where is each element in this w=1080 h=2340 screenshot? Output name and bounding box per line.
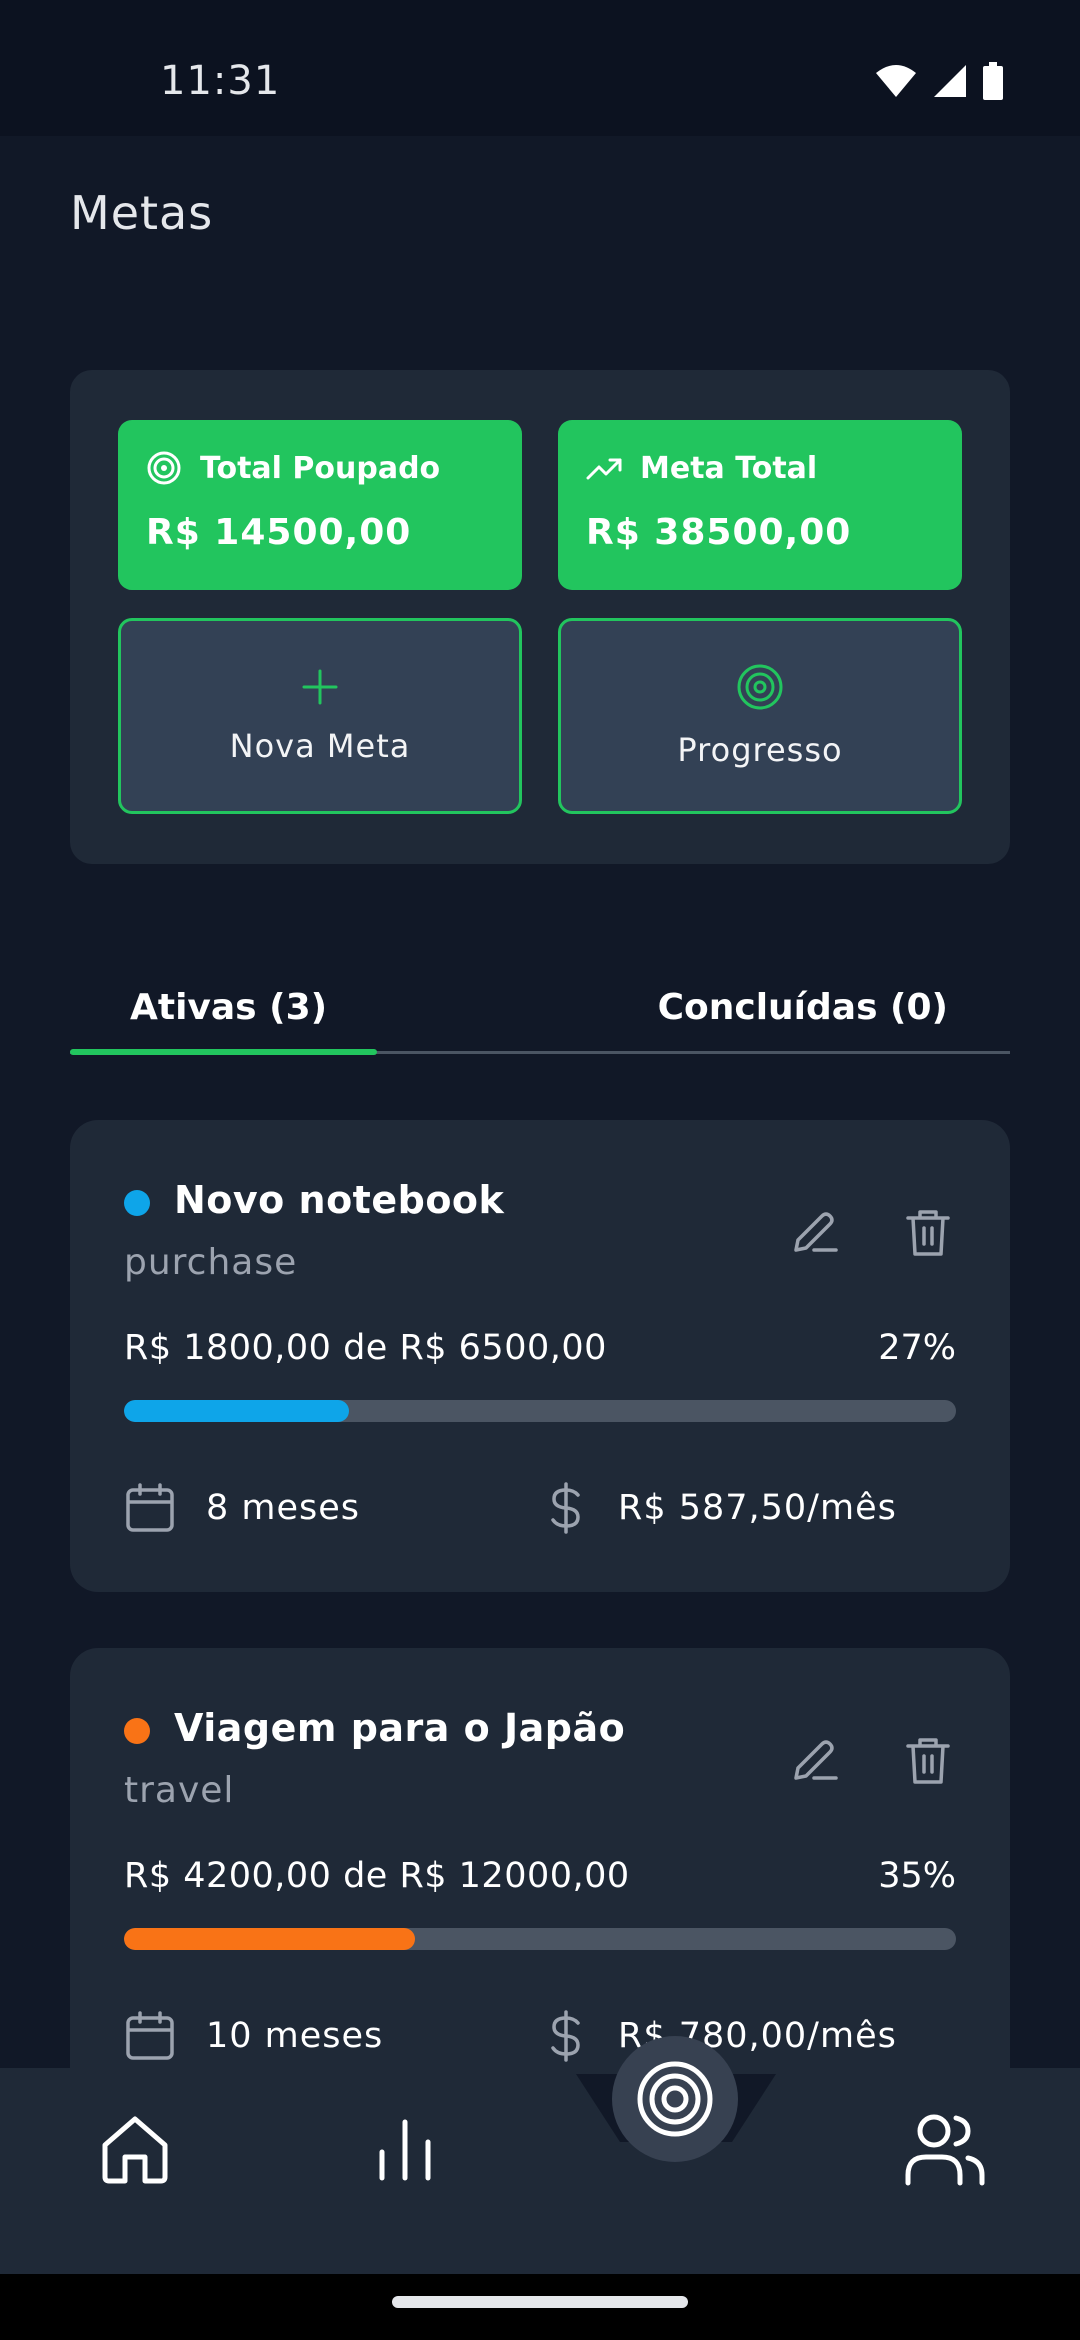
total-goal-card: Meta Total R$ 38500,00: [558, 420, 962, 590]
trending-up-icon: [586, 458, 622, 480]
total-goal-label: Meta Total: [640, 450, 818, 486]
total-saved-card: Total Poupado R$ 14500,00: [118, 420, 522, 590]
target-icon: [147, 451, 181, 485]
users-icon: [905, 2114, 985, 2186]
status-bar: 11:31: [0, 0, 1080, 136]
goal-duration-text: 10 meses: [206, 2016, 384, 2056]
total-saved-label: Total Poupado: [200, 450, 441, 486]
home-indicator[interactable]: [392, 2296, 688, 2308]
bottom-nav: [0, 2036, 1080, 2274]
trash-icon[interactable]: [898, 1202, 958, 1262]
goal-name: Viagem para o Japão: [174, 1706, 626, 1750]
edit-icon[interactable]: [784, 1202, 844, 1262]
goal-duration: 10 meses: [124, 2010, 383, 2062]
nav-goals[interactable]: [612, 2036, 738, 2162]
goal-monthly: R$ 587,50/mês: [544, 1482, 897, 1534]
status-icons: [874, 62, 1004, 100]
goal-category: travel: [124, 1770, 235, 1811]
calendar-icon: [126, 2011, 174, 2060]
page-title: Metas: [70, 186, 214, 240]
battery-icon: [983, 62, 1003, 100]
goal-progress-bar: [124, 1928, 956, 1950]
goal-color-dot: [124, 1718, 150, 1744]
home-icon: [102, 2116, 168, 2184]
system-nav-bar: [0, 2274, 1080, 2340]
goal-monthly-text: R$ 587,50/mês: [618, 1488, 897, 1528]
nav-stats[interactable]: [360, 2104, 450, 2194]
goal-percent: 27%: [878, 1328, 956, 1368]
dollar-icon: [551, 2010, 580, 2062]
new-goal-button[interactable]: Nova Meta: [118, 618, 522, 814]
goal-progress-fill: [124, 1928, 416, 1950]
total-saved-value: R$ 14500,00: [146, 512, 412, 553]
target-icon: [637, 2061, 713, 2137]
goal-amounts: R$ 1800,00 de R$ 6500,00: [124, 1328, 607, 1368]
dollar-icon: [551, 1482, 580, 1534]
goal-color-dot: [124, 1190, 150, 1216]
goal-duration: 8 meses: [124, 1482, 360, 1534]
summary-card: Total Poupado R$ 14500,00 Meta Total R$ …: [70, 370, 1010, 864]
bar-chart-icon: [379, 2119, 431, 2181]
calendar-icon: [126, 1483, 174, 1532]
tab-active[interactable]: Ativas (3): [130, 960, 327, 1054]
nav-users[interactable]: [900, 2104, 990, 2194]
plus-icon: [302, 669, 338, 705]
status-time: 11:31: [160, 58, 281, 104]
trash-icon[interactable]: [898, 1730, 958, 1790]
total-goal-value: R$ 38500,00: [586, 512, 852, 553]
nav-home[interactable]: [90, 2104, 180, 2194]
progress-button[interactable]: Progresso: [558, 618, 962, 814]
wifi-icon: [876, 65, 916, 97]
goal-category: purchase: [124, 1242, 298, 1283]
goal-percent: 35%: [878, 1856, 956, 1896]
signal-icon: [934, 65, 966, 97]
goal-card: Novo notebook purchase R$ 1800,00 de R$ …: [70, 1120, 1010, 1592]
goal-progress-bar: [124, 1400, 956, 1422]
new-goal-label: Nova Meta: [229, 727, 411, 765]
goal-tabs: Ativas (3) Concluídas (0): [70, 960, 1010, 1055]
goal-progress-fill: [124, 1400, 349, 1422]
tab-completed[interactable]: Concluídas (0): [658, 960, 948, 1054]
progress-label: Progresso: [677, 731, 843, 769]
goal-amounts: R$ 4200,00 de R$ 12000,00: [124, 1856, 630, 1896]
target-icon: [737, 664, 783, 710]
goal-monthly: R$ 780,00/mês: [544, 2010, 897, 2062]
goal-duration-text: 8 meses: [206, 1488, 361, 1528]
goal-card: Viagem para o Japão travel R$ 4200,00 de…: [70, 1648, 1010, 2120]
tab-active-indicator: [70, 1049, 377, 1055]
goal-name: Novo notebook: [174, 1178, 505, 1222]
edit-icon[interactable]: [784, 1730, 844, 1790]
